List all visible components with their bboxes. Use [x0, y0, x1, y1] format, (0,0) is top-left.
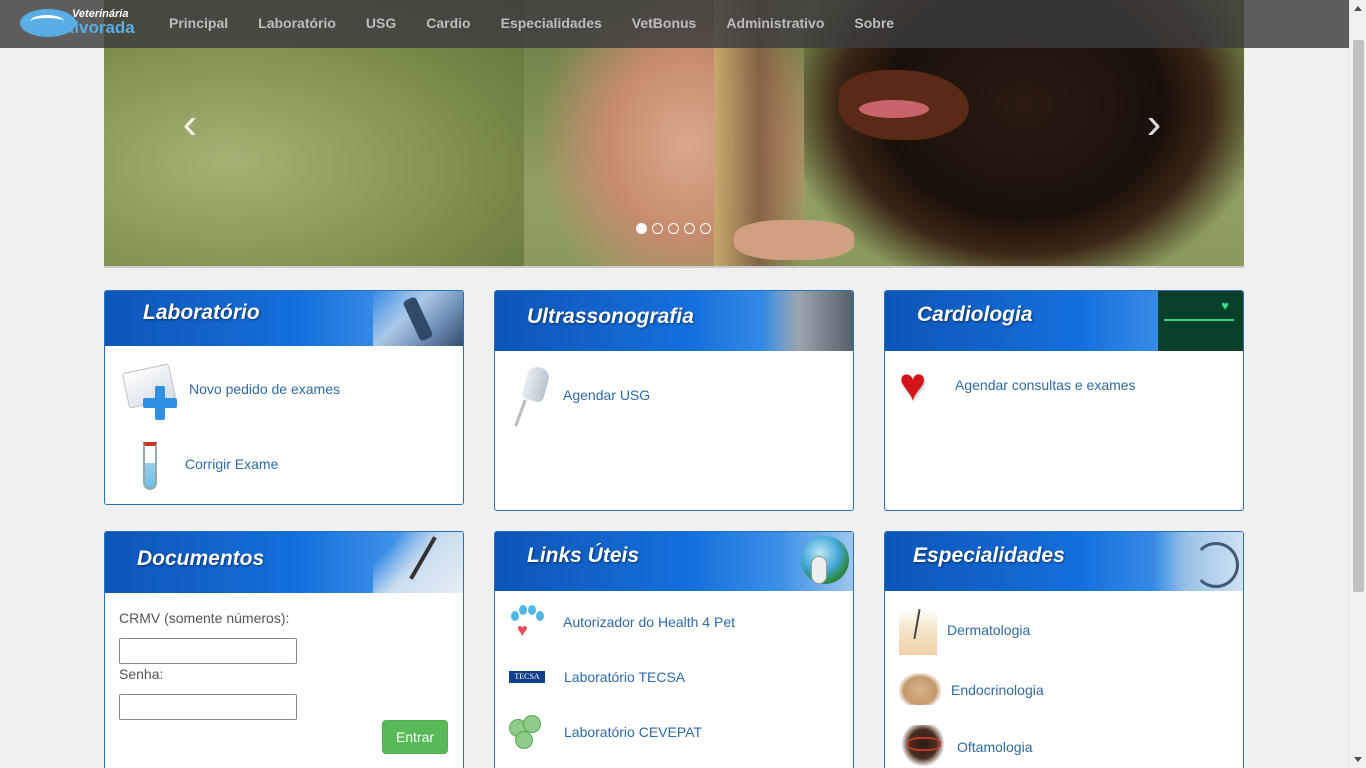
scroll-up-icon[interactable] — [1354, 6, 1362, 11]
carousel-dog-mouth — [859, 100, 929, 118]
carousel-indicators — [636, 223, 711, 234]
brand-logo[interactable]: Veterinária Alvorada — [18, 3, 138, 43]
heart-icon[interactable]: ♥ — [899, 361, 926, 407]
carousel-indicator-5[interactable] — [700, 223, 711, 234]
panel-usg-header: Ultrassonografia — [495, 291, 853, 351]
nav-item-administrativo[interactable]: Administrativo — [711, 0, 839, 48]
panel-documentos-header: Documentos — [105, 532, 463, 593]
nav-menu: Principal Laboratório USG Cardio Especia… — [154, 0, 909, 48]
scroll-down-icon[interactable] — [1354, 757, 1362, 762]
crmv-input[interactable] — [119, 638, 297, 664]
panel-laboratorio: Laboratório Novo pedido de exames Corrig… — [104, 290, 464, 505]
doc-plus-icon[interactable] — [121, 362, 179, 420]
panel-especialidades-header: Especialidades — [885, 532, 1243, 591]
panel-links-uteis: Links Úteis ♥ Autorizador do Health 4 Pe… — [494, 531, 854, 768]
ecg-monitor-icon: ♥ — [1158, 291, 1243, 351]
carousel-prev-button[interactable]: ‹ — [170, 100, 210, 148]
senha-label: Senha: — [119, 666, 164, 682]
carousel-indicator-2[interactable] — [652, 223, 663, 234]
nav-item-vetbonus[interactable]: VetBonus — [617, 0, 712, 48]
nav-item-especialidades[interactable]: Especialidades — [486, 0, 617, 48]
globe-icon — [763, 532, 853, 591]
heart-mini-icon: ♥ — [1221, 298, 1229, 313]
link-cevepat[interactable]: Laboratório CEVEPAT — [564, 724, 702, 740]
link-endocrinologia[interactable]: Endocrinologia — [951, 682, 1044, 698]
panel-links-uteis-header: Links Úteis — [495, 532, 853, 591]
panel-laboratorio-title: Laboratório — [143, 301, 260, 324]
carousel-indicator-1[interactable] — [636, 223, 647, 234]
link-novo-pedido[interactable]: Novo pedido de exames — [189, 381, 340, 397]
entrar-button[interactable]: Entrar — [382, 720, 448, 754]
panel-documentos: Documentos CRMV (somente números): Senha… — [104, 531, 464, 768]
paw-icon[interactable]: ♥ — [509, 605, 544, 639]
nav-item-principal[interactable]: Principal — [154, 0, 243, 48]
test-tube-icon[interactable] — [143, 442, 157, 490]
microscope-icon — [373, 291, 463, 346]
panel-links-uteis-title: Links Úteis — [527, 544, 640, 567]
nav-item-cardio[interactable]: Cardio — [411, 0, 485, 48]
link-health4pet[interactable]: Autorizador do Health 4 Pet — [563, 614, 735, 630]
link-oftamologia[interactable]: Oftamologia — [957, 739, 1032, 755]
panel-cardio-header: Cardiologia ♥ — [885, 291, 1243, 351]
ultrasound-probe-icon[interactable] — [513, 364, 552, 427]
tecsa-logo-icon[interactable]: TECSA — [509, 671, 545, 683]
carousel-indicator-3[interactable] — [668, 223, 679, 234]
ultrasound-scan-icon — [763, 291, 853, 351]
panel-documentos-title: Documentos — [137, 547, 265, 570]
endocrinology-icon[interactable] — [899, 673, 941, 705]
crmv-label: CRMV (somente números): — [119, 610, 290, 626]
link-agendar-consultas[interactable]: Agendar consultas e exames — [955, 377, 1136, 393]
page-scrollbar[interactable] — [1349, 0, 1366, 768]
panel-cardio-title: Cardiologia — [917, 303, 1033, 326]
panel-especialidades: Especialidades Dermatologia Endocrinolog… — [884, 531, 1244, 768]
link-tecsa[interactable]: Laboratório TECSA — [564, 669, 685, 685]
panel-laboratorio-header: Laboratório — [105, 291, 463, 346]
senha-input[interactable] — [119, 694, 297, 720]
link-corrigir-exame[interactable]: Corrigir Exame — [185, 456, 278, 472]
carousel-indicator-4[interactable] — [684, 223, 695, 234]
carousel-next-button[interactable]: › — [1134, 100, 1174, 148]
top-navbar: Veterinária Alvorada Principal Laboratór… — [0, 0, 1349, 48]
nav-item-laboratorio[interactable]: Laboratório — [243, 0, 351, 48]
brand-line2: Alvorada — [62, 18, 135, 37]
scrollbar-thumb[interactable] — [1353, 40, 1364, 592]
link-dermatologia[interactable]: Dermatologia — [947, 622, 1030, 638]
panel-usg-title: Ultrassonografia — [527, 305, 694, 328]
cevepat-logo-icon[interactable] — [509, 715, 545, 751]
stethoscope-icon — [1153, 532, 1243, 591]
ophthalmology-icon[interactable] — [901, 725, 945, 767]
carousel-hand-paw — [734, 220, 854, 260]
dermatology-icon[interactable] — [899, 609, 937, 655]
nav-item-usg[interactable]: USG — [351, 0, 411, 48]
nav-item-sobre[interactable]: Sobre — [839, 0, 909, 48]
panel-usg: Ultrassonografia Agendar USG — [494, 290, 854, 511]
panel-cardio: Cardiologia ♥ ♥ Agendar consultas e exam… — [884, 290, 1244, 511]
panel-especialidades-title: Especialidades — [913, 544, 1065, 567]
link-agendar-usg[interactable]: Agendar USG — [563, 387, 650, 403]
pen-writing-icon — [373, 532, 463, 593]
